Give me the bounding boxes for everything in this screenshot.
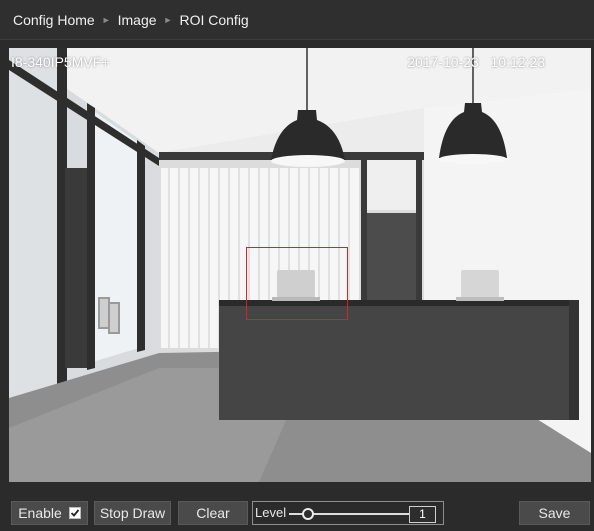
stop-draw-button[interactable]: Stop Draw	[94, 501, 171, 525]
time-overlay: 10:12:23	[490, 54, 546, 70]
video-preview[interactable]: I8-340IP5MVF+ 2017-10-23 10:12:23	[9, 48, 591, 482]
save-button[interactable]: Save	[519, 501, 590, 525]
breadcrumb-roi-config: ROI Config	[179, 11, 249, 28]
checkmark-icon	[70, 509, 79, 517]
camera-name-overlay: I8-340IP5MVF+	[11, 54, 110, 70]
timestamp-overlay: 2017-10-23 10:12:23	[407, 54, 545, 70]
breadcrumb-separator-icon: ►	[163, 14, 173, 25]
breadcrumb-image[interactable]: Image	[118, 12, 157, 28]
breadcrumb-separator-icon: ►	[101, 14, 111, 25]
enable-toggle[interactable]: Enable	[11, 501, 88, 525]
level-label: Level	[255, 505, 287, 520]
enable-checkbox[interactable]	[68, 507, 81, 519]
enable-label: Enable	[18, 505, 62, 521]
breadcrumb: Config Home ► Image ► ROI Config	[0, 0, 594, 40]
breadcrumb-config-home[interactable]: Config Home	[13, 12, 95, 28]
roi-toolbar: Enable Stop Draw Clear Level 1 Save	[0, 493, 594, 531]
level-control: Level 1	[252, 501, 444, 525]
roi-region-box[interactable]	[246, 247, 348, 320]
level-value-field[interactable]: 1	[409, 506, 436, 523]
clear-button[interactable]: Clear	[178, 501, 248, 525]
date-overlay: 2017-10-23	[407, 54, 479, 70]
level-slider-thumb[interactable]	[302, 508, 314, 520]
